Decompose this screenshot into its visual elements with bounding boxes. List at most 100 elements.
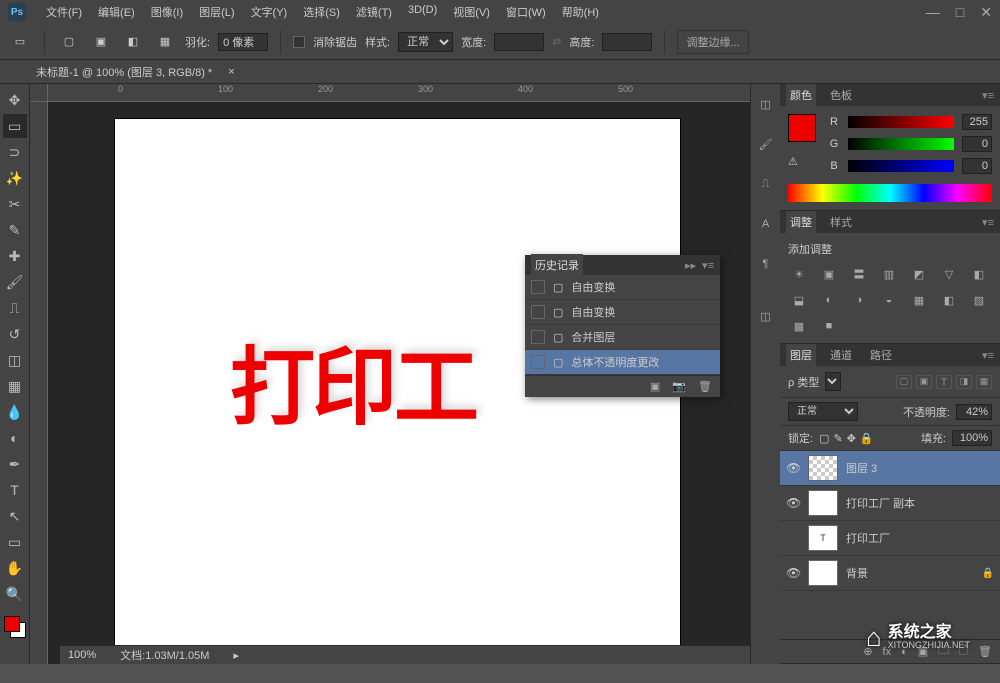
zoom-tool[interactable]: 🔍 [3,582,27,606]
move-tool[interactable]: ✥ [3,88,27,112]
tab-channels[interactable]: 通道 [826,344,856,366]
layer-item[interactable]: 👁打印工厂 副本 [780,486,1000,521]
lock-option-icon[interactable]: ▢ [819,432,829,445]
layer-item[interactable]: 👁背景🔒 [780,556,1000,591]
close-document-button[interactable]: × [228,66,234,78]
width-input[interactable] [494,33,544,51]
tab-layers[interactable]: 图层 [786,344,816,366]
layer-filter-icon[interactable]: ◨ [956,375,972,389]
menu-select[interactable]: 选择(S) [295,4,348,20]
menu-help[interactable]: 帮助(H) [554,4,607,20]
adjustment-icon[interactable]: ☀ [788,265,810,283]
layers-footer-icon[interactable]: 🗑 [978,645,992,658]
layer-thumbnail[interactable] [808,560,838,586]
layer-name-label[interactable]: 打印工厂 副本 [846,495,994,511]
layer-item[interactable]: 👁图层 3 [780,451,1000,486]
history-item[interactable]: ▢自由变换 [525,300,720,325]
r-input[interactable] [962,114,992,130]
adjustment-icon[interactable]: ◧ [968,265,990,283]
adjustment-icon[interactable]: ▦ [908,291,930,309]
selection-add-icon[interactable]: ▣ [89,30,113,54]
tab-history[interactable]: 历史记录 [531,254,583,276]
height-input[interactable] [602,33,652,51]
layer-filter-icon[interactable]: ▢ [896,375,912,389]
brush-tool[interactable]: 🖌 [3,270,27,294]
close-button[interactable]: ✕ [980,4,992,21]
antialias-checkbox[interactable] [293,36,305,48]
path-tool[interactable]: ↖ [3,504,27,528]
adjustment-icon[interactable]: 〓 [848,265,870,283]
layers-footer-icon[interactable]: fx [883,646,892,658]
selection-intersect-icon[interactable]: ▦ [153,30,177,54]
tab-paths[interactable]: 路径 [866,344,896,366]
layer-filter-icon[interactable]: ▣ [916,375,932,389]
collapsed-panel-icon[interactable]: ◫ [756,306,776,326]
adjustment-icon[interactable]: ◒ [878,291,900,309]
history-footer-icon[interactable]: ▣ [650,380,660,393]
menu-view[interactable]: 视图(V) [445,4,498,20]
tool-preset-icon[interactable]: ▭ [8,30,32,54]
layer-thumbnail[interactable] [808,490,838,516]
refine-edge-button[interactable]: 调整边缘... [677,30,748,54]
collapsed-panel-icon[interactable]: ¶ [756,254,776,274]
eyedropper-tool[interactable]: ✎ [3,218,27,242]
tab-swatches[interactable]: 色板 [826,84,856,106]
layer-name-label[interactable]: 打印工厂 [846,530,994,546]
tab-color[interactable]: 颜色 [786,84,816,106]
lock-option-icon[interactable]: ✥ [847,432,856,445]
visibility-toggle-icon[interactable]: 👁 [786,566,800,580]
history-panel[interactable]: 历史记录 ▸▸ ▾≡ ▢自由变换▢自由变换▢合并图层▢总体不透明度更改 ▣📷🗑 [525,255,720,397]
eraser-tool[interactable]: ◫ [3,348,27,372]
lock-option-icon[interactable]: ✎ [833,432,842,445]
menu-image[interactable]: 图像(I) [143,4,191,20]
healing-tool[interactable]: ✚ [3,244,27,268]
b-slider[interactable] [848,160,954,172]
history-item[interactable]: ▢总体不透明度更改 [525,350,720,375]
layer-name-label[interactable]: 背景 [846,565,974,581]
layers-footer-icon[interactable]: ▣ [918,645,928,658]
adjustment-icon[interactable]: ■ [818,317,840,335]
history-footer-icon[interactable]: 🗑 [698,380,712,393]
layer-name-label[interactable]: 图层 3 [846,460,994,476]
menu-filter[interactable]: 滤镜(T) [348,4,400,20]
menu-file[interactable]: 文件(F) [38,4,90,20]
selection-subtract-icon[interactable]: ◧ [121,30,145,54]
tab-styles[interactable]: 样式 [826,211,856,233]
minimize-button[interactable]: — [926,4,940,21]
dodge-tool[interactable]: ◐ [3,426,27,450]
adjustment-icon[interactable]: ◩ [908,265,930,283]
adjustment-icon[interactable]: ▣ [818,265,840,283]
history-footer-icon[interactable]: 📷 [672,380,686,393]
adjustment-icon[interactable]: ▩ [788,317,810,335]
pen-tool[interactable]: ✒ [3,452,27,476]
magic-wand-tool[interactable]: ✨ [3,166,27,190]
panel-menu-icon[interactable]: ▾≡ [982,349,994,362]
blur-tool[interactable]: 💧 [3,400,27,424]
color-picker-swatch[interactable] [788,114,816,142]
filter-kind-select[interactable]: ▾ [825,372,841,391]
zoom-level[interactable]: 100% [68,649,96,661]
layers-footer-icon[interactable]: ⊕ [863,645,872,658]
g-slider[interactable] [848,138,954,150]
history-item[interactable]: ▢自由变换 [525,275,720,300]
b-input[interactable] [962,158,992,174]
adjustment-icon[interactable]: ▨ [968,291,990,309]
status-arrow-icon[interactable]: ▸ [233,649,239,662]
selection-new-icon[interactable]: ▢ [57,30,81,54]
collapsed-panel-icon[interactable]: 🖌 [756,134,776,154]
swap-icon[interactable]: ⇄ [552,35,561,48]
r-slider[interactable] [848,116,954,128]
hand-tool[interactable]: ✋ [3,556,27,580]
layers-footer-icon[interactable]: ◐ [901,646,908,658]
layer-thumbnail[interactable]: T [808,525,838,551]
layer-filter-icon[interactable]: ▦ [976,375,992,389]
adjustment-icon[interactable]: ▥ [878,265,900,283]
panel-menu-icon[interactable]: ▾≡ [982,89,994,102]
marquee-tool[interactable]: ▭ [3,114,27,138]
opacity-input[interactable] [956,404,992,420]
adjustment-icon[interactable]: ◧ [938,291,960,309]
color-swatch[interactable] [4,616,26,638]
foreground-color[interactable] [4,616,20,632]
g-input[interactable] [962,136,992,152]
maximize-button[interactable]: □ [956,4,964,21]
